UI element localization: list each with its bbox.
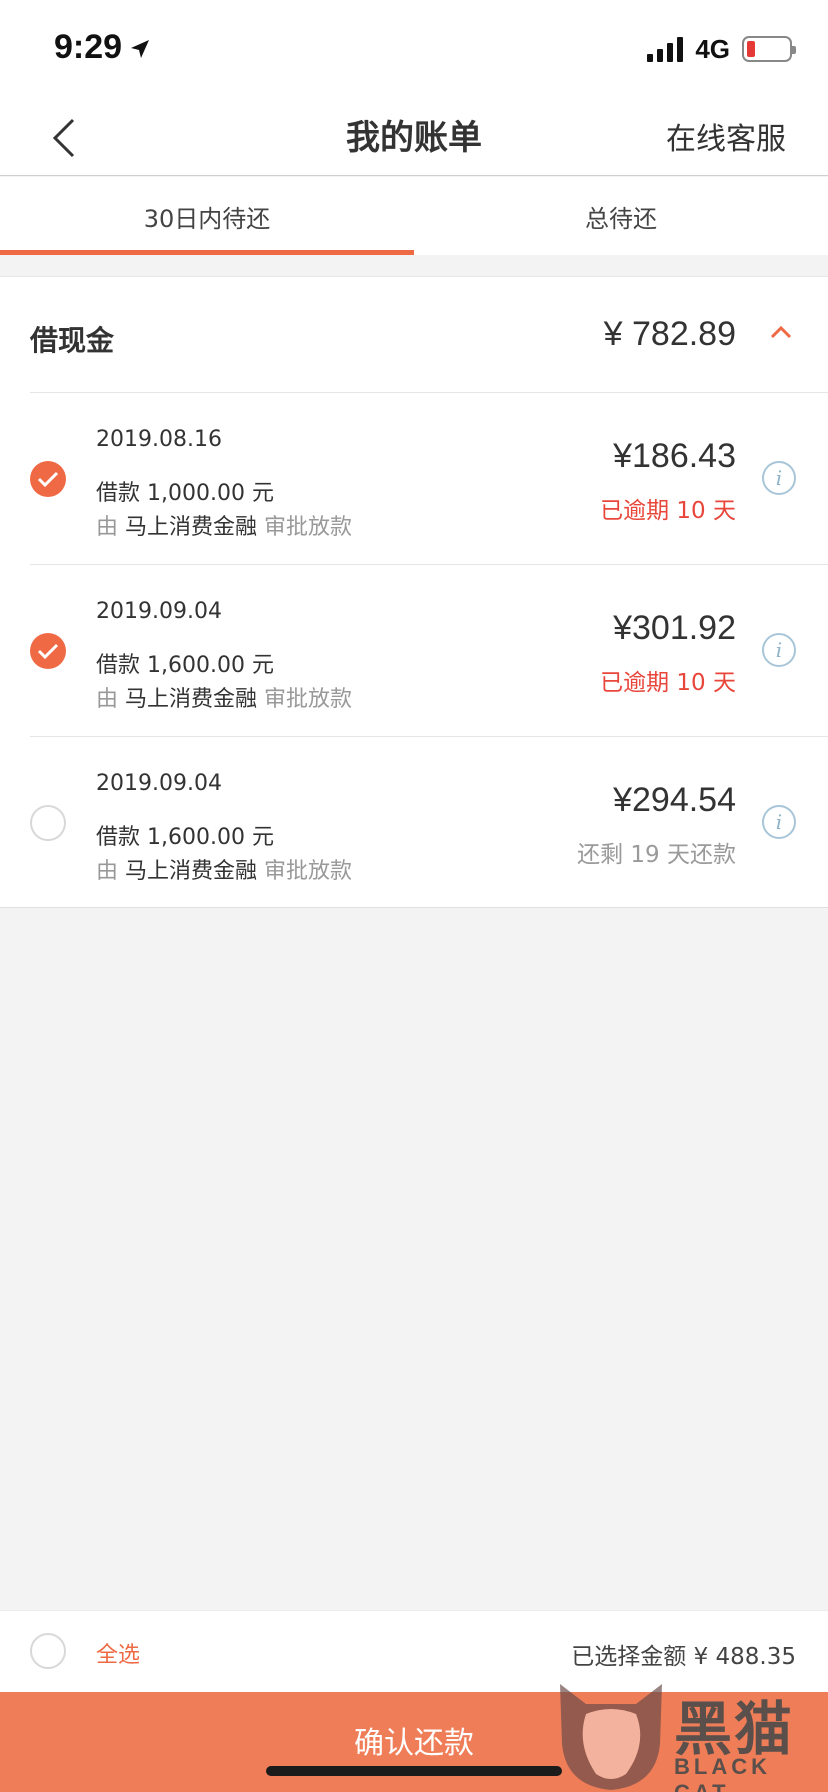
lender-line: 由 马上消费金融 审批放款 — [96, 853, 352, 885]
section-header[interactable]: 借现金 ¥ 782.89 — [30, 277, 828, 393]
location-arrow-icon — [131, 40, 150, 59]
status-bar: 9:29 4G — [0, 0, 828, 100]
time-text: 9:29 — [54, 28, 123, 66]
due-amount: ¥301.92 — [613, 609, 736, 647]
info-icon[interactable]: i — [762, 633, 796, 667]
watermark-subtext: BLACK CAT — [674, 1754, 771, 1792]
check-icon — [37, 471, 59, 488]
source-prefix: 由 — [96, 515, 119, 540]
bill-date: 2019.09.04 — [96, 771, 222, 796]
signal-icon — [647, 36, 684, 62]
check-icon — [37, 643, 59, 660]
select-all-checkbox[interactable] — [30, 1633, 66, 1669]
info-icon[interactable]: i — [762, 461, 796, 495]
section-total: ¥ 782.89 — [603, 315, 736, 353]
customer-service-link[interactable]: 在线客服 — [666, 114, 786, 158]
black-cat-watermark: 黑猫 BLACK CAT — [556, 1674, 828, 1792]
lender-name: 马上消费金融 — [125, 515, 258, 540]
source-prefix: 由 — [96, 687, 119, 712]
home-indicator — [266, 1766, 562, 1776]
info-icon[interactable]: i — [762, 805, 796, 839]
battery-icon — [742, 36, 796, 62]
bill-checkbox-checked[interactable] — [30, 633, 66, 669]
status-time: 9:29 — [54, 28, 152, 67]
bill-row[interactable]: 2019.09.04 借款 1,600.00 元 由 马上消费金融 审批放款 ¥… — [30, 737, 828, 909]
tab-bar: 30日内待还 总待还 — [0, 177, 828, 255]
source-prefix: 由 — [96, 859, 119, 884]
lender-name: 马上消费金融 — [125, 687, 258, 712]
bill-date: 2019.08.16 — [96, 427, 222, 452]
lender-line: 由 马上消费金融 审批放款 — [96, 681, 352, 713]
status-icons: 4G — [647, 33, 796, 64]
bill-row[interactable]: 2019.09.04 借款 1,600.00 元 由 马上消费金融 审批放款 ¥… — [30, 565, 828, 737]
bill-card: 借现金 ¥ 782.89 2019.08.16 借款 1,000.00 元 由 … — [0, 276, 828, 908]
nav-bar: 我的账单 在线客服 — [0, 100, 828, 176]
bill-date: 2019.09.04 — [96, 599, 222, 624]
source-suffix: 审批放款 — [264, 687, 353, 712]
due-amount: ¥186.43 — [613, 437, 736, 475]
section-title: 借现金 — [30, 324, 115, 357]
chevron-up-icon[interactable] — [766, 317, 796, 347]
cat-logo-icon — [560, 1684, 662, 1790]
loan-amount: 借款 1,600.00 元 — [96, 653, 274, 678]
source-suffix: 审批放款 — [264, 859, 353, 884]
tab-30-days[interactable]: 30日内待还 — [0, 177, 414, 255]
network-label: 4G — [695, 33, 730, 64]
overdue-status: 已逾期 10 天 — [600, 498, 736, 524]
lender-name: 马上消费金融 — [125, 859, 258, 884]
loan-amount: 借款 1,000.00 元 — [96, 481, 274, 506]
due-amount: ¥294.54 — [613, 781, 736, 819]
bill-checkbox-unchecked[interactable] — [30, 805, 66, 841]
tab-total[interactable]: 总待还 — [414, 177, 828, 255]
select-all-label[interactable]: 全选 — [96, 1637, 140, 1669]
source-suffix: 审批放款 — [264, 515, 353, 540]
lender-line: 由 马上消费金融 审批放款 — [96, 509, 352, 541]
bill-row[interactable]: 2019.08.16 借款 1,000.00 元 由 马上消费金融 审批放款 ¥… — [30, 393, 828, 565]
overdue-status: 已逾期 10 天 — [600, 670, 736, 696]
bill-checkbox-checked[interactable] — [30, 461, 66, 497]
remaining-days-status: 还剩 19 天还款 — [577, 842, 736, 868]
selected-amount: 已选择金额 ¥ 488.35 — [571, 1644, 796, 1670]
loan-amount: 借款 1,600.00 元 — [96, 825, 274, 850]
